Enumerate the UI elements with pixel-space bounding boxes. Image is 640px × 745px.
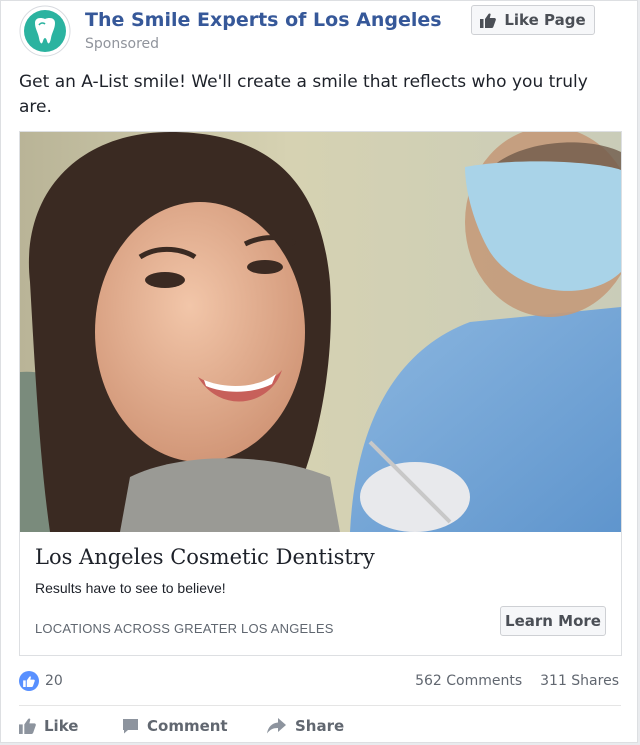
ad-description: Results have to see to believe! — [35, 580, 226, 596]
share-action-button[interactable]: Share — [267, 713, 344, 739]
like-action-button[interactable]: Like — [19, 713, 78, 739]
thumbs-up-icon — [480, 12, 497, 28]
comment-action-button[interactable]: Comment — [122, 713, 228, 739]
comment-action-label: Comment — [147, 717, 228, 735]
sponsored-post-card: The Smile Experts of Los Angeles Sponsor… — [0, 0, 638, 743]
ad-headline[interactable]: Los Angeles Cosmetic Dentistry — [35, 545, 375, 569]
comment-bubble-icon — [123, 719, 138, 734]
like-page-button[interactable]: Like Page — [471, 5, 595, 35]
learn-more-button[interactable]: Learn More — [500, 606, 606, 636]
post-caption: Get an A-List smile! We'll create a smil… — [19, 72, 588, 117]
comments-count[interactable]: 562 Comments — [415, 673, 522, 689]
shares-count[interactable]: 311 Shares — [540, 673, 619, 689]
ad-domain-text: LOCATIONS ACROSS GREATER LOS ANGELES — [35, 621, 334, 636]
thumbs-up-icon — [19, 718, 36, 734]
ad-attachment[interactable]: Los Angeles Cosmetic Dentistry Results h… — [19, 131, 622, 656]
page-name-link[interactable]: The Smile Experts of Los Angeles — [85, 9, 442, 31]
like-action-label: Like — [44, 717, 79, 735]
likes-count: 20 — [45, 673, 63, 689]
share-action-label: Share — [295, 717, 345, 735]
engagement-counts: 562 Comments 311 Shares — [415, 673, 619, 689]
share-arrow-icon — [267, 718, 286, 734]
like-reaction-icon — [19, 671, 39, 691]
reactions-summary[interactable]: 20 — [19, 671, 63, 691]
like-page-label: Like Page — [504, 11, 586, 29]
tooth-logo-avatar[interactable] — [19, 5, 71, 57]
action-divider — [19, 705, 621, 706]
sponsored-label[interactable]: Sponsored — [85, 36, 159, 52]
ad-photo-smiling-patient-dentist[interactable] — [20, 132, 621, 532]
